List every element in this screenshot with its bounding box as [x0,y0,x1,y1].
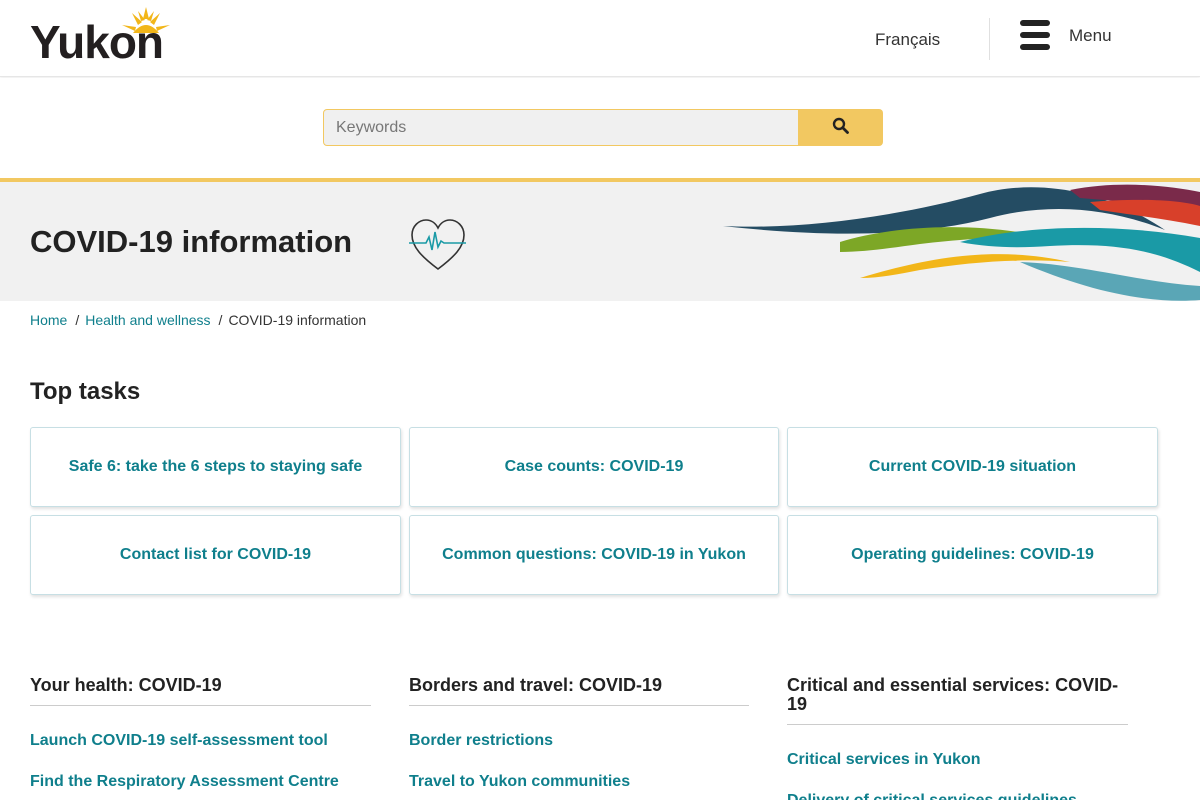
menu-label: Menu [1069,26,1112,45]
task-card-current-situation[interactable]: Current COVID-19 situation [787,427,1158,507]
site-header: Yukon Français Menu [0,0,1200,77]
breadcrumb-separator: / [218,312,223,328]
search-input[interactable] [323,109,799,146]
header-divider [989,18,990,60]
top-tasks-heading: Top tasks [30,378,141,405]
heartbeat-icon [409,219,466,271]
hero-banner: COVID-19 information [0,178,1200,301]
task-card-case-counts[interactable]: Case counts: COVID-19 [409,427,779,507]
travel-communities-link[interactable]: Travel to Yukon communities [409,773,749,791]
breadcrumb-health-link[interactable]: Health and wellness [85,312,210,328]
column-heading: Your health: COVID-19 [30,676,371,706]
breadcrumb-current: COVID-19 information [228,312,367,328]
task-card-common-questions[interactable]: Common questions: COVID-19 in Yukon [409,515,779,595]
column-heading: Borders and travel: COVID-19 [409,676,749,706]
task-card-safe-6[interactable]: Safe 6: take the 6 steps to staying safe [30,427,401,507]
column-heading: Critical and essential services: COVID-1… [787,676,1128,725]
critical-guidelines-link[interactable]: Delivery of critical services guidelines [787,792,1128,800]
breadcrumb: Home / Health and wellness / COVID-19 inform… [30,312,366,328]
column-your-health: Your health: COVID-19 Launch COVID-19 se… [30,676,371,791]
border-restrictions-link[interactable]: Border restrictions [409,732,749,750]
task-card-contact-list[interactable]: Contact list for COVID-19 [30,515,401,595]
self-assessment-link[interactable]: Launch COVID-19 self-assessment tool [30,732,371,750]
hamburger-icon [1020,20,1050,50]
breadcrumb-home-link[interactable]: Home [30,312,67,328]
yukon-logo[interactable]: Yukon [30,5,190,67]
decorative-waves [723,184,1200,301]
logo-text: Yukon [30,16,164,68]
language-toggle-link[interactable]: Français [875,30,940,50]
search-button[interactable] [799,109,883,146]
menu-button[interactable]: Menu [1020,20,1130,52]
search-bar [0,78,1200,178]
column-borders-travel: Borders and travel: COVID-19 Border rest… [409,676,749,791]
search-icon [832,117,849,134]
column-critical-services: Critical and essential services: COVID-1… [787,676,1128,800]
critical-services-link[interactable]: Critical services in Yukon [787,751,1128,769]
task-card-operating-guidelines[interactable]: Operating guidelines: COVID-19 [787,515,1158,595]
respiratory-centre-link[interactable]: Find the Respiratory Assessment Centre [30,773,371,791]
page-title: COVID-19 information [30,224,353,259]
breadcrumb-separator: / [75,312,80,328]
